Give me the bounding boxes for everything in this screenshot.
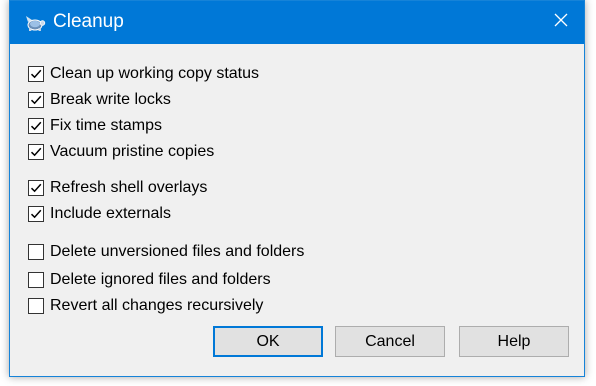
checkbox-label: Vacuum pristine copies — [50, 143, 215, 160]
checkmark-icon — [30, 95, 42, 105]
dialog-content: Clean up working copy status Break write… — [10, 44, 584, 376]
ok-button[interactable]: OK — [213, 326, 323, 357]
option-break-write-locks[interactable]: Break write locks — [28, 89, 171, 111]
checkbox-label: Break write locks — [50, 91, 171, 108]
checkmark-icon — [30, 183, 42, 193]
checkmark-icon — [30, 147, 42, 157]
close-icon — [554, 13, 568, 32]
checkmark-icon — [30, 121, 42, 131]
checkbox-label: Include externals — [50, 205, 171, 222]
dialog-title: Cleanup — [53, 11, 124, 32]
checkbox[interactable] — [28, 244, 44, 260]
checkmark-icon — [30, 69, 42, 79]
checkbox-label: Clean up working copy status — [50, 65, 259, 82]
cancel-button[interactable]: Cancel — [335, 326, 445, 357]
checkbox[interactable] — [28, 118, 44, 134]
checkbox-label: Delete unversioned files and folders — [50, 243, 305, 260]
checkbox[interactable] — [28, 298, 44, 314]
title-bar[interactable]: Cleanup — [10, 1, 584, 44]
option-vacuum-pristine-copies[interactable]: Vacuum pristine copies — [28, 141, 214, 163]
cleanup-dialog: Cleanup Clean up working copy status Bre… — [9, 0, 585, 377]
checkbox[interactable] — [28, 144, 44, 160]
option-include-externals[interactable]: Include externals — [28, 203, 171, 225]
checkbox-label: Delete ignored files and folders — [50, 271, 271, 288]
option-refresh-shell-overlays[interactable]: Refresh shell overlays — [28, 177, 207, 199]
checkmark-icon — [30, 209, 42, 219]
checkbox[interactable] — [28, 92, 44, 108]
option-revert-all-changes[interactable]: Revert all changes recursively — [28, 295, 263, 317]
checkbox-label: Refresh shell overlays — [50, 179, 208, 196]
checkbox-label: Revert all changes recursively — [50, 297, 264, 314]
checkbox-label: Fix time stamps — [50, 117, 163, 134]
close-button[interactable] — [538, 1, 584, 44]
option-clean-up-working-copy-status[interactable]: Clean up working copy status — [28, 63, 259, 85]
option-fix-time-stamps[interactable]: Fix time stamps — [28, 115, 162, 137]
option-delete-unversioned[interactable]: Delete unversioned files and folders — [28, 241, 304, 263]
tortoisesvn-icon — [24, 12, 46, 34]
checkbox[interactable] — [28, 66, 44, 82]
checkbox[interactable] — [28, 206, 44, 222]
checkbox[interactable] — [28, 272, 44, 288]
option-delete-ignored[interactable]: Delete ignored files and folders — [28, 269, 271, 291]
checkbox[interactable] — [28, 180, 44, 196]
help-button[interactable]: Help — [459, 326, 569, 357]
